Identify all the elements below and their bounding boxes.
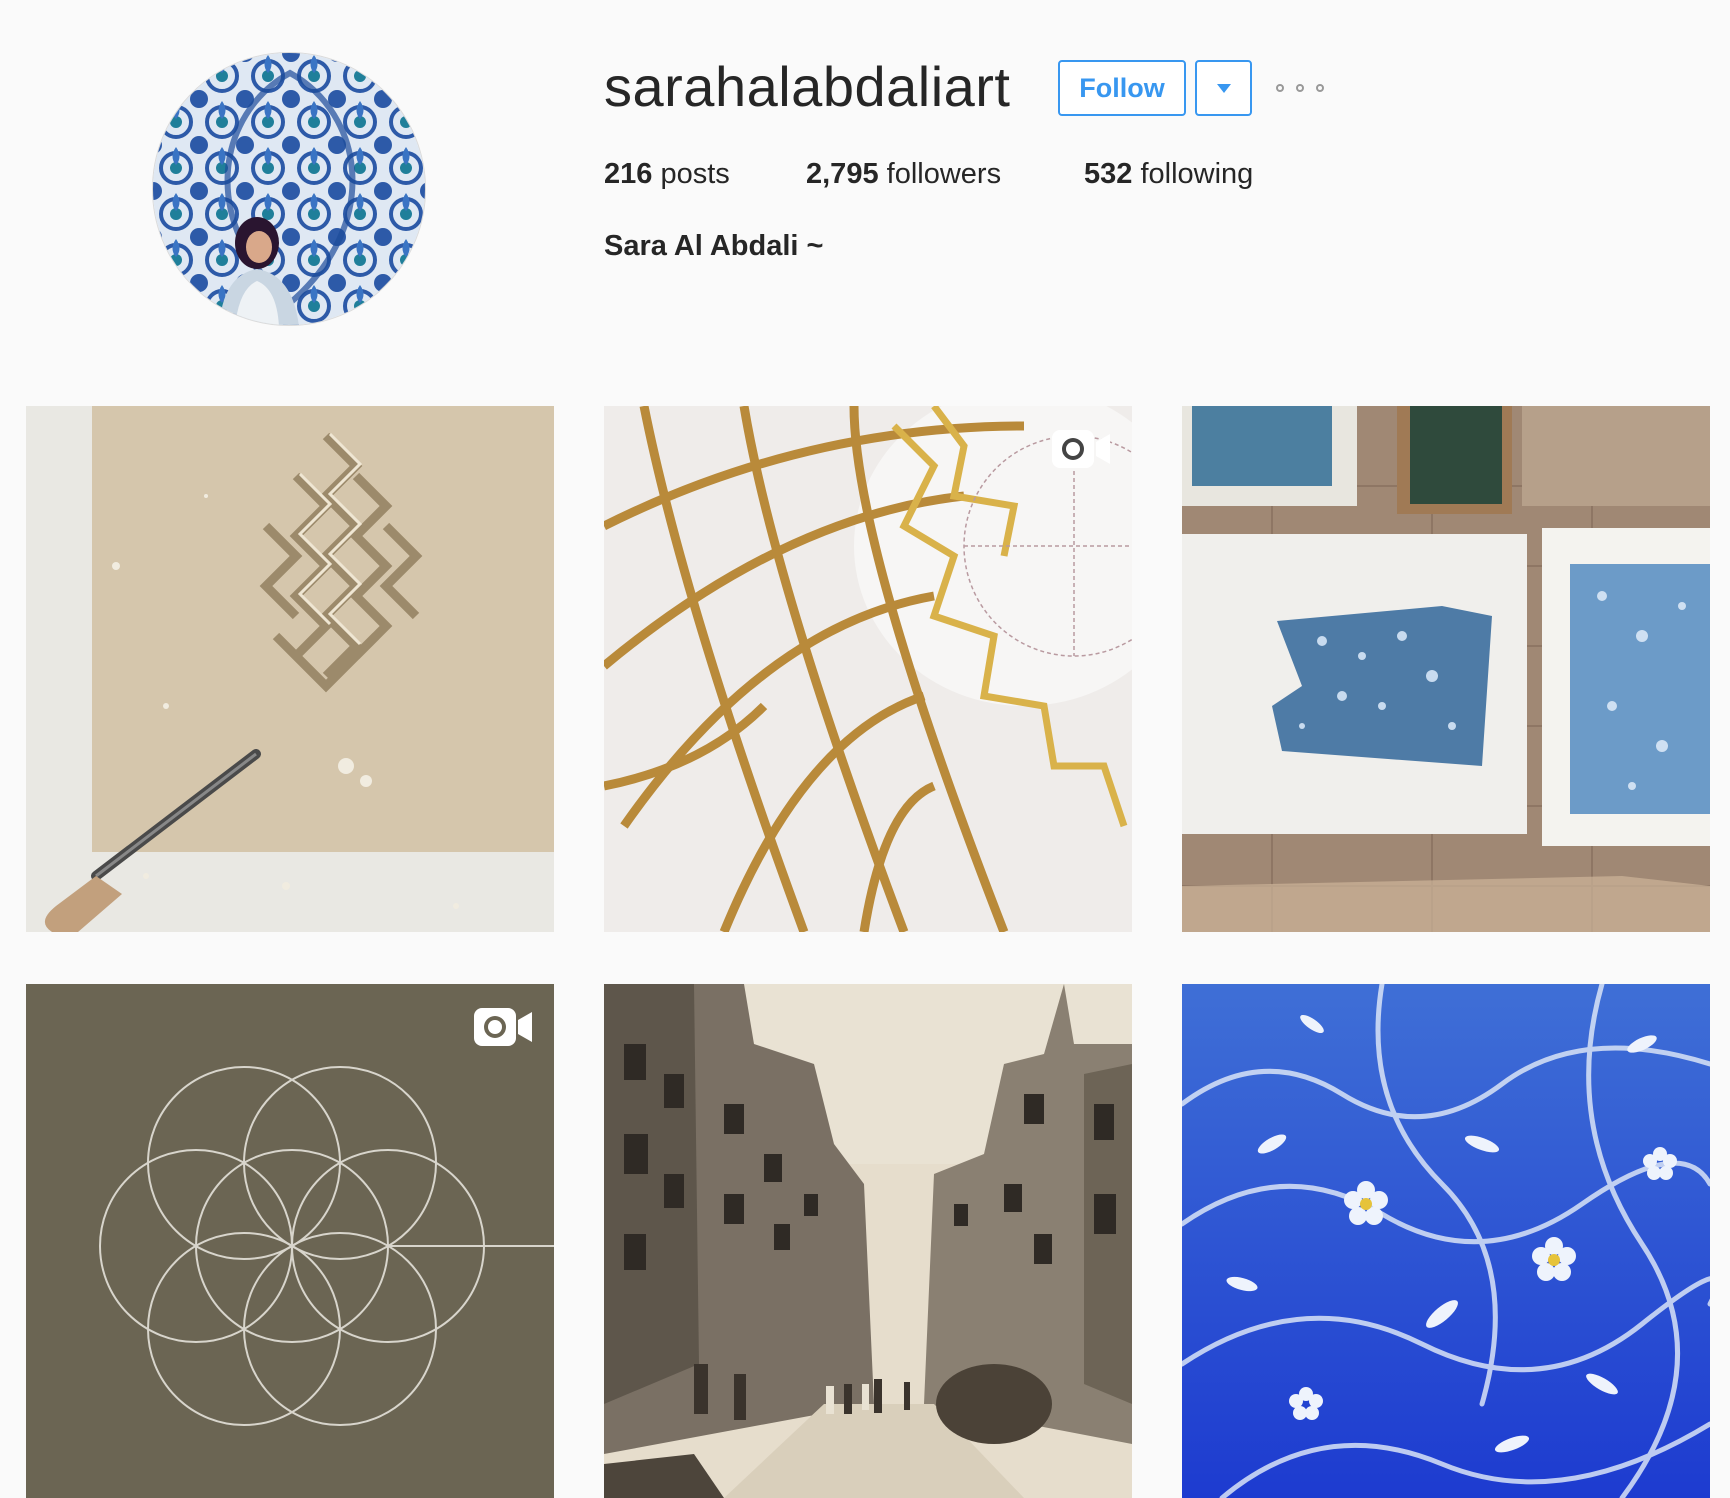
dot-icon: [1316, 84, 1324, 92]
profile-page: sarahalabdaliart Follow 216 posts 2,795 …: [0, 0, 1730, 1498]
following-label: following: [1140, 158, 1254, 190]
video-icon: [1052, 430, 1110, 468]
posts-stat: 216 posts: [604, 156, 730, 192]
profile-username: sarahalabdaliart: [604, 55, 1011, 118]
caret-down-icon: [1216, 83, 1231, 93]
post-thumbnail-blue-floral[interactable]: [1182, 984, 1710, 1498]
following-stat[interactable]: 532 following: [1084, 156, 1253, 192]
more-options-button[interactable]: [1276, 76, 1324, 100]
following-count: 532: [1084, 158, 1133, 190]
profile-avatar[interactable]: [152, 52, 426, 326]
follow-button[interactable]: Follow: [1058, 60, 1186, 116]
suggestions-dropdown-button[interactable]: [1195, 60, 1252, 116]
video-icon: [474, 1008, 532, 1046]
post-thumbnail-flower-of-life[interactable]: [26, 984, 554, 1498]
posts-count: 216: [604, 158, 653, 190]
dot-icon: [1296, 84, 1304, 92]
followers-stat[interactable]: 2,795 followers: [806, 156, 1001, 192]
post-thumbnail-carved-plaster[interactable]: [26, 406, 554, 932]
post-thumbnail-gold-geometric[interactable]: [604, 406, 1132, 932]
post-thumbnail-vintage-street[interactable]: [604, 984, 1132, 1498]
posts-label: posts: [660, 158, 730, 190]
followers-label: followers: [886, 158, 1002, 190]
followers-count: 2,795: [806, 158, 879, 190]
profile-full-name: Sara Al Abdali ~: [604, 230, 824, 262]
post-thumbnail-blue-monoprints[interactable]: [1182, 406, 1710, 932]
dot-icon: [1276, 84, 1284, 92]
